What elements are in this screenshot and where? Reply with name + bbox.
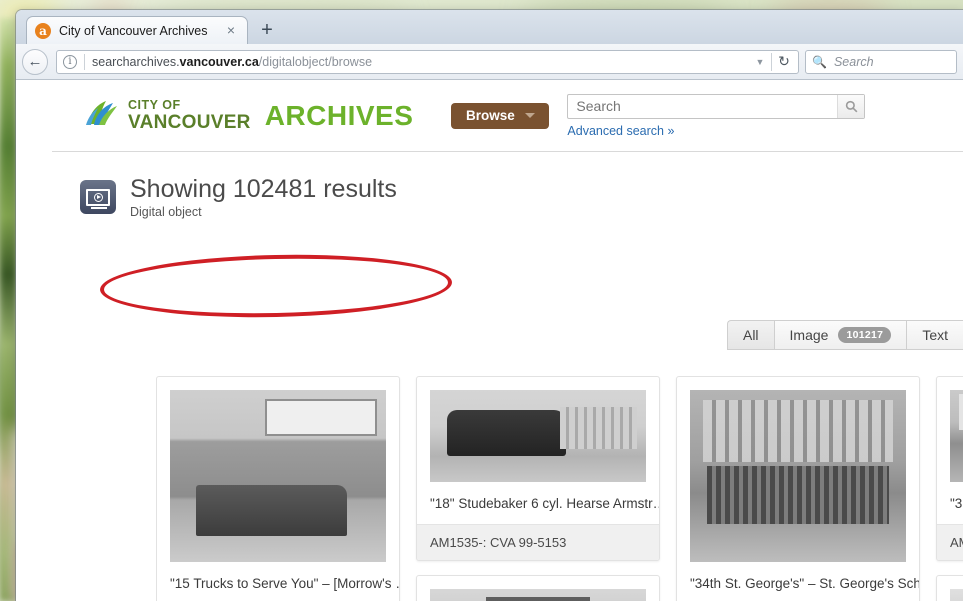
result-card[interactable]: "34th St. George's" – St. George's Sch…A… bbox=[676, 376, 920, 601]
results-column: "18" Studebaker 6 cyl. Hearse Armstr… AM1… bbox=[416, 376, 660, 601]
brand-archives: ARCHIVES bbox=[264, 99, 414, 131]
browse-button-label: Browse bbox=[466, 108, 515, 123]
results-subtitle: Digital object bbox=[130, 205, 202, 220]
result-title[interactable]: "18" Studebaker 6 cyl. Hearse Armstr… bbox=[417, 482, 659, 524]
result-card[interactable]: "18" Studebaker 6 cyl. Hearse Armstr… AM1… bbox=[416, 376, 660, 561]
result-title[interactable]: "3rd S… bbox=[937, 482, 963, 524]
result-title[interactable]: "15 Trucks to Serve You" – [Morrow's … bbox=[157, 562, 399, 601]
url-subdomain: searcharchives. bbox=[92, 54, 180, 69]
filter-tab-label: All bbox=[742, 327, 759, 343]
result-reference-code: AM1535-: CVA 99-5153 bbox=[417, 524, 659, 560]
result-thumbnail[interactable] bbox=[430, 589, 646, 601]
result-reference-code: AM153… bbox=[937, 524, 963, 560]
archive-photo-image bbox=[170, 390, 386, 562]
site-search-area: Advanced search » bbox=[567, 93, 866, 138]
browser-search-box[interactable]: 🔍 Search bbox=[805, 49, 957, 74]
archive-photo-image bbox=[690, 390, 906, 562]
results-header: Showing 102481 results Digital object bbox=[80, 176, 963, 222]
result-thumbnail[interactable] bbox=[950, 390, 963, 482]
browse-button[interactable]: Browse bbox=[451, 102, 550, 129]
archive-photo-image bbox=[430, 390, 646, 482]
search-input[interactable] bbox=[568, 94, 838, 118]
url-path: /digitalobject/browse bbox=[258, 54, 373, 69]
reload-icon[interactable]: ↻ bbox=[772, 53, 796, 70]
result-type-filter-tabs: All Image 101217 Text bbox=[726, 320, 963, 350]
results-text-block: Showing 102481 results Digital object bbox=[130, 175, 397, 220]
site-logo[interactable]: CITY OF VANCOUVER ARCHIVES bbox=[80, 94, 413, 138]
filter-tab-text[interactable]: Text bbox=[906, 320, 963, 350]
brand-vancouver: VANCOUVER bbox=[128, 111, 251, 133]
result-card[interactable]: "15 Trucks to Serve You" – [Morrow's …AM… bbox=[156, 376, 400, 601]
url-host: vancouver.ca bbox=[179, 54, 259, 69]
back-arrow-icon[interactable]: ← bbox=[22, 48, 48, 75]
results-column: "34th St. George's" – St. George's Sch…A… bbox=[676, 376, 920, 601]
filter-tab-all[interactable]: All bbox=[726, 320, 774, 350]
filter-tab-label: Text bbox=[922, 327, 948, 343]
result-thumbnail[interactable] bbox=[170, 390, 386, 562]
page-canvas: CITY OF VANCOUVER ARCHIVES Browse Search… bbox=[52, 80, 963, 601]
new-tab-button[interactable]: + bbox=[256, 20, 278, 42]
archive-photo-image bbox=[430, 589, 646, 601]
chevron-down-icon bbox=[524, 113, 535, 118]
close-icon[interactable]: × bbox=[223, 22, 239, 39]
result-thumbnail[interactable] bbox=[950, 589, 963, 601]
page-title: Showing 102481 results bbox=[130, 175, 397, 203]
browser-tab-title: City of Vancouver Archives bbox=[59, 23, 208, 38]
page-left-gutter bbox=[16, 80, 52, 601]
filter-tab-count-badge: 101217 bbox=[838, 327, 892, 343]
favicon-icon: a bbox=[35, 22, 51, 39]
vancouver-leaf-logo-icon bbox=[80, 94, 124, 138]
brand-wordmark: CITY OF VANCOUVER bbox=[128, 99, 251, 132]
site-search-box[interactable] bbox=[567, 93, 866, 119]
advanced-search-link[interactable]: Advanced search » bbox=[567, 124, 865, 138]
result-card[interactable]: "3rd S…AM153… bbox=[936, 376, 963, 561]
results-grid: "15 Trucks to Serve You" – [Morrow's … AM… bbox=[156, 376, 963, 601]
page-viewport: CITY OF VANCOUVER ARCHIVES Browse Search… bbox=[16, 80, 963, 601]
browser-tab[interactable]: a City of Vancouver Archives × bbox=[26, 16, 248, 44]
filter-tab-image[interactable]: Image 101217 bbox=[773, 320, 907, 350]
browser-nav-bar: ← i searcharchives.vancouver.ca/digitalo… bbox=[16, 44, 963, 80]
browser-search-placeholder: Search bbox=[833, 54, 874, 69]
results-column: "15 Trucks to Serve You" – [Morrow's …AM… bbox=[156, 376, 400, 601]
url-divider bbox=[84, 53, 85, 70]
url-text: searcharchives.vancouver.ca/digitalobjec… bbox=[92, 55, 749, 69]
digital-object-icon bbox=[80, 180, 116, 214]
browser-window: a City of Vancouver Archives × + ← i sea… bbox=[16, 10, 963, 601]
result-thumbnail[interactable] bbox=[430, 390, 646, 482]
brand-city: CITY OF bbox=[128, 98, 181, 113]
url-bar[interactable]: i searcharchives.vancouver.ca/digitalobj… bbox=[56, 49, 799, 74]
archive-photo-image bbox=[950, 589, 963, 601]
search-submit-button[interactable] bbox=[837, 94, 865, 118]
result-thumbnail[interactable] bbox=[690, 390, 906, 562]
result-card[interactable] bbox=[416, 575, 660, 601]
filter-tab-label: Image bbox=[789, 327, 829, 343]
result-title[interactable]: "34th St. George's" – St. George's Sch… bbox=[677, 562, 919, 601]
chevron-down-icon[interactable]: ▼ bbox=[749, 57, 771, 67]
site-header: CITY OF VANCOUVER ARCHIVES Browse Search… bbox=[52, 80, 963, 152]
archive-photo-image bbox=[950, 390, 963, 482]
info-icon[interactable]: i bbox=[63, 54, 77, 69]
search-icon: 🔍 bbox=[812, 54, 827, 69]
results-column: "3rd S…AM153… bbox=[936, 376, 963, 601]
result-card[interactable] bbox=[936, 575, 963, 601]
annotation-ellipse bbox=[99, 251, 453, 321]
browser-tab-strip: a City of Vancouver Archives × + bbox=[16, 10, 963, 44]
